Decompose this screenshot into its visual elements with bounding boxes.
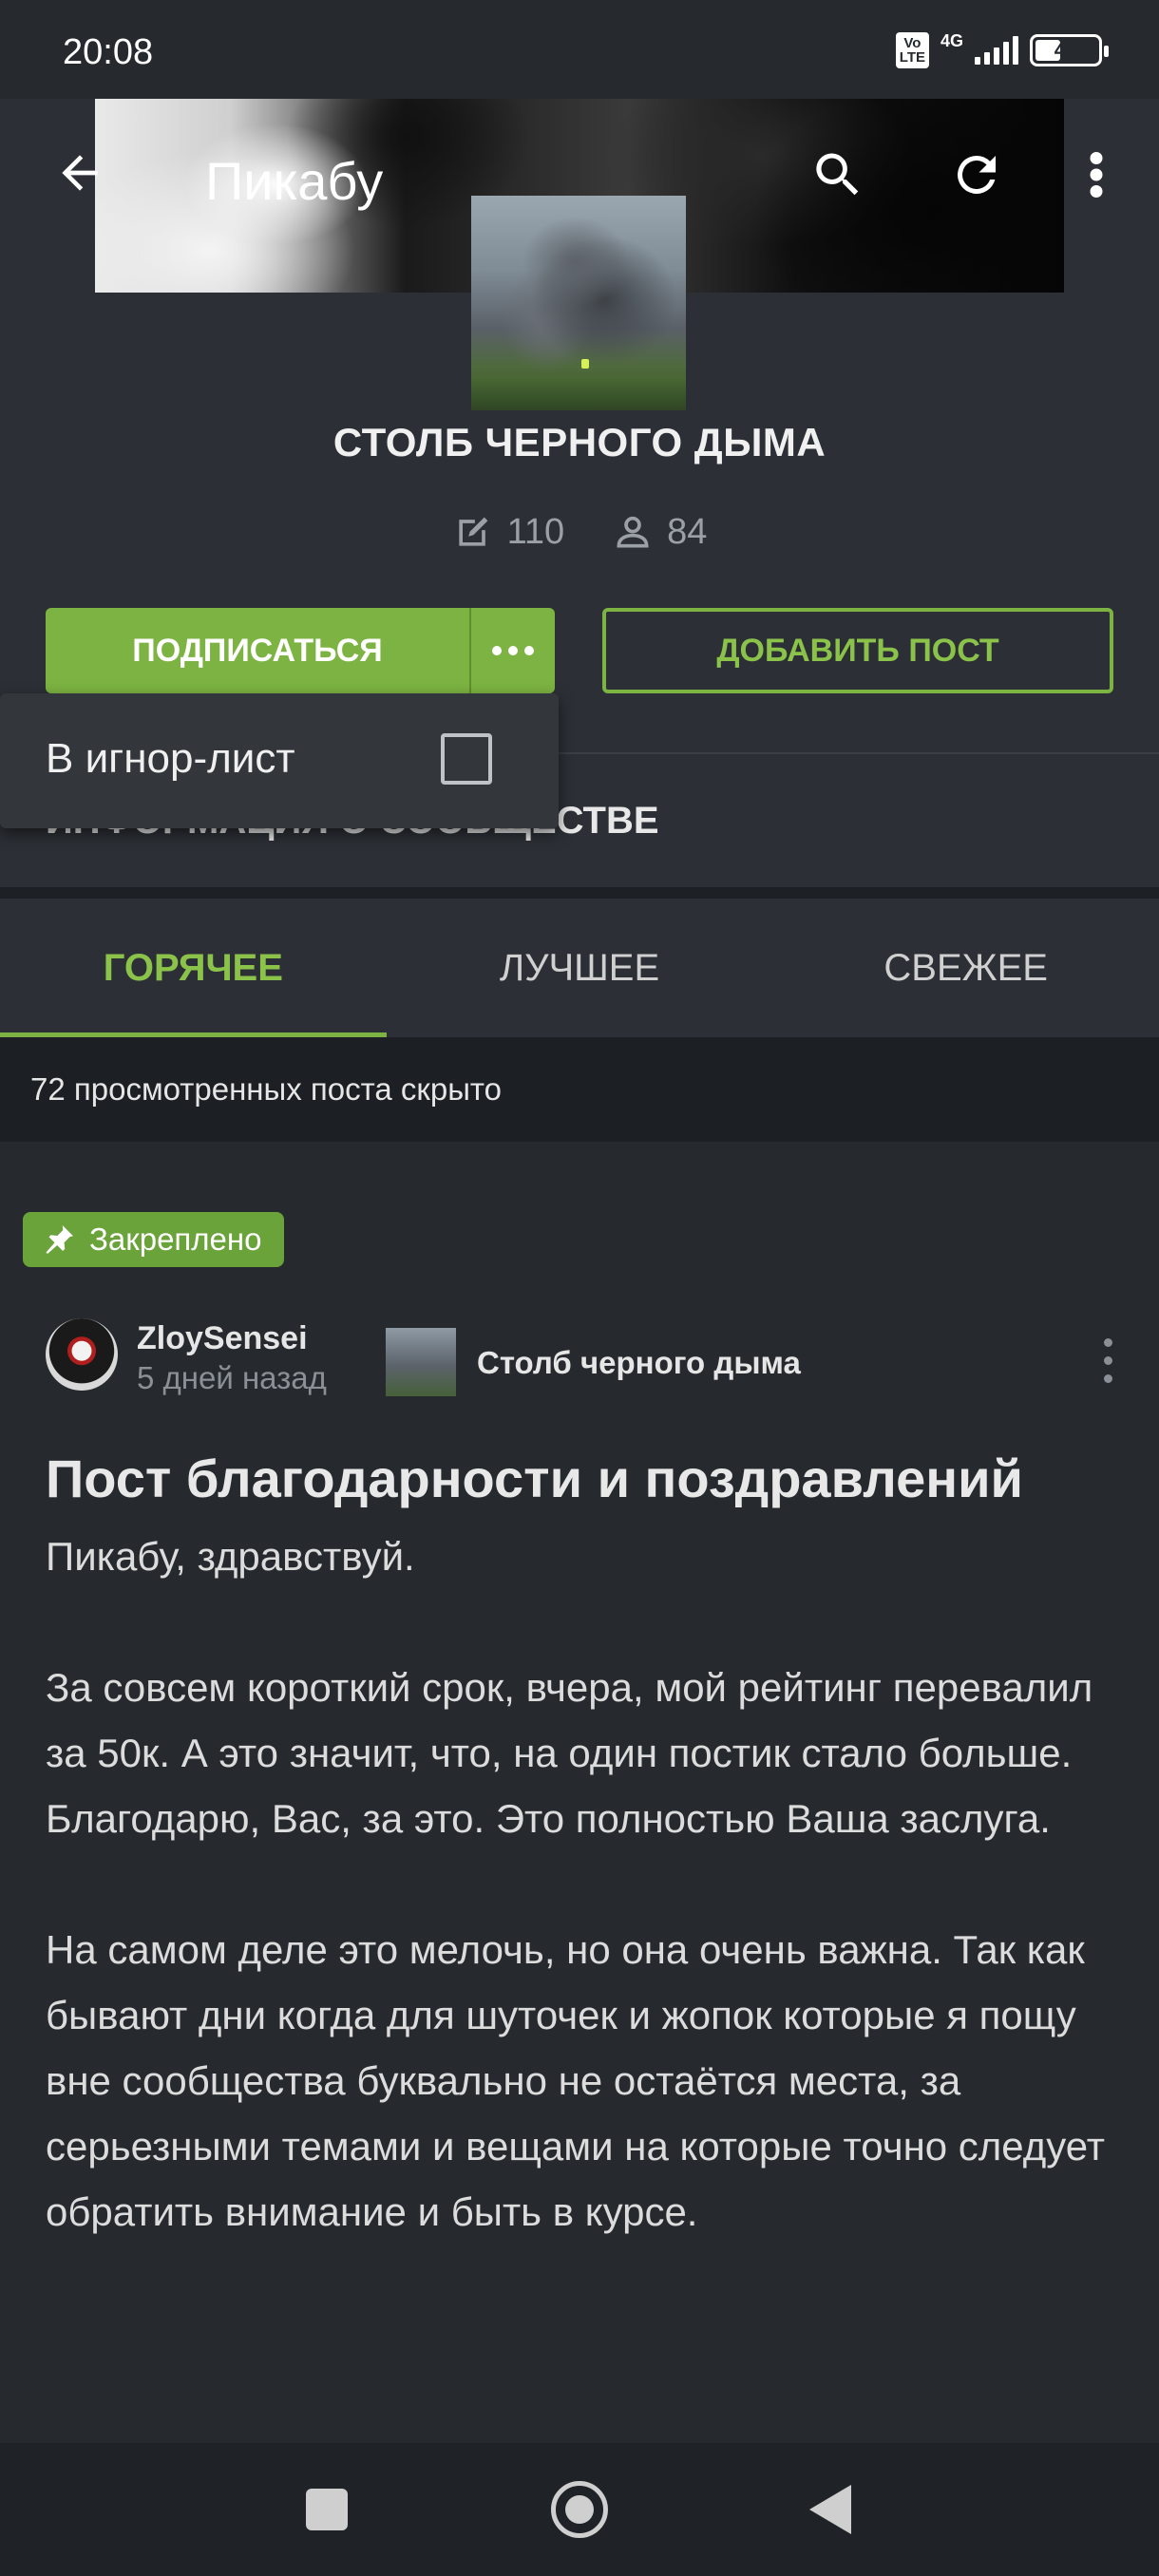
post-author-row: ZloySensei 5 дней назад Столб черного ды… [46, 1313, 1129, 1404]
subscribe-options-popup: В игнор-лист [0, 693, 559, 828]
community-avatar [471, 196, 686, 410]
edit-icon [458, 517, 487, 546]
dot-icon [1103, 1355, 1112, 1365]
system-nav-bar [0, 2443, 1159, 2576]
add-post-button[interactable]: ДОБАВИТЬ ПОСТ [602, 608, 1113, 693]
ignore-list-label[interactable]: В игнор-лист [46, 735, 295, 783]
dot-icon [524, 646, 534, 655]
pinned-badge: Закреплено [23, 1212, 285, 1267]
system-back-button[interactable] [809, 2485, 851, 2534]
posts-stat: 110 [452, 511, 565, 553]
refresh-button[interactable] [942, 141, 1011, 209]
subscribe-options-button[interactable] [469, 608, 555, 693]
tab-fresh[interactable]: СВЕЖЕЕ [772, 899, 1159, 1037]
community-header: Пикабу СТОЛБ ЧЕРНОГО ДЫМА 110 84 ПОДПИСА… [0, 99, 1159, 754]
hidden-posts-text: 72 просмотренных поста скрыто [30, 1071, 503, 1107]
subscribe-button[interactable]: ПОДПИСАТЬСЯ [46, 608, 469, 693]
back-button[interactable] [48, 141, 112, 205]
home-button[interactable] [551, 2481, 608, 2538]
post-time: 5 дней назад [137, 1360, 327, 1395]
search-button[interactable] [804, 141, 872, 209]
more-vertical-icon [1090, 152, 1103, 198]
post-more-button[interactable] [1089, 1326, 1127, 1394]
search-icon [816, 153, 859, 196]
dot-icon [1103, 1373, 1112, 1383]
refresh-icon [958, 156, 996, 194]
posts-count: 110 [506, 511, 565, 552]
dot-icon [508, 646, 518, 655]
signal-icon [975, 36, 1018, 65]
status-icons: Vo LTE 4G 46 [895, 30, 1109, 68]
post-title[interactable]: Пост благодарности и поздравлений [46, 1448, 1129, 1510]
post-card: Закреплено ZloySensei 5 дней назад Столб… [0, 1142, 1159, 2443]
pinned-label: Закреплено [89, 1222, 262, 1257]
ignore-list-checkbox[interactable] [441, 733, 492, 785]
tab-best[interactable]: ЛУЧШЕЕ [387, 899, 773, 1037]
post-paragraph: На самом деле это мелочь, но она очень в… [46, 1927, 1105, 2234]
app-title: Пикабу [205, 151, 384, 211]
post-community-name[interactable]: Столб черного дыма [477, 1345, 801, 1381]
user-icon [617, 516, 649, 548]
dot-icon [492, 646, 502, 655]
tab-hot[interactable]: ГОРЯЧЕЕ [0, 899, 387, 1037]
status-bar: 20:08 Vo LTE 4G 46 [0, 0, 1159, 99]
author-name[interactable]: ZloySensei [137, 1320, 308, 1357]
post-paragraph: За совсем короткий срок, вчера, мой рейт… [46, 1665, 1093, 1841]
community-name: СТОЛБ ЧЕРНОГО ДЫМА [332, 420, 826, 464]
subscribers-stat: 84 [612, 511, 707, 553]
status-time: 20:08 [63, 32, 154, 72]
community-stats: 110 84 [0, 511, 1159, 553]
recent-apps-button[interactable] [306, 2489, 348, 2530]
post-body: Пикабу, здравствуй. За совсем короткий с… [46, 1524, 1129, 2245]
dot-icon [1103, 1337, 1112, 1347]
section-divider [0, 887, 1159, 899]
network-type: 4G [940, 30, 963, 50]
volte-icon: Vo LTE [895, 32, 929, 68]
post-paragraph: Пикабу, здравствуй. [46, 1534, 415, 1579]
author-avatar[interactable] [46, 1318, 118, 1391]
subscribers-count: 84 [667, 511, 708, 552]
battery-level: 46 [1054, 38, 1078, 62]
hidden-posts-bar[interactable]: 72 просмотренных поста скрыто [0, 1037, 1159, 1142]
feed-tabs: ГОРЯЧЕЕ ЛУЧШЕЕ СВЕЖЕЕ [0, 899, 1159, 1037]
pin-icon [46, 1225, 73, 1254]
avatar-light [581, 359, 589, 369]
avatar-ground [471, 376, 686, 410]
arrow-left-icon [62, 155, 98, 191]
battery-icon: 46 [1030, 34, 1109, 66]
more-menu-button[interactable] [1079, 141, 1113, 209]
post-community-avatar[interactable] [386, 1328, 456, 1396]
